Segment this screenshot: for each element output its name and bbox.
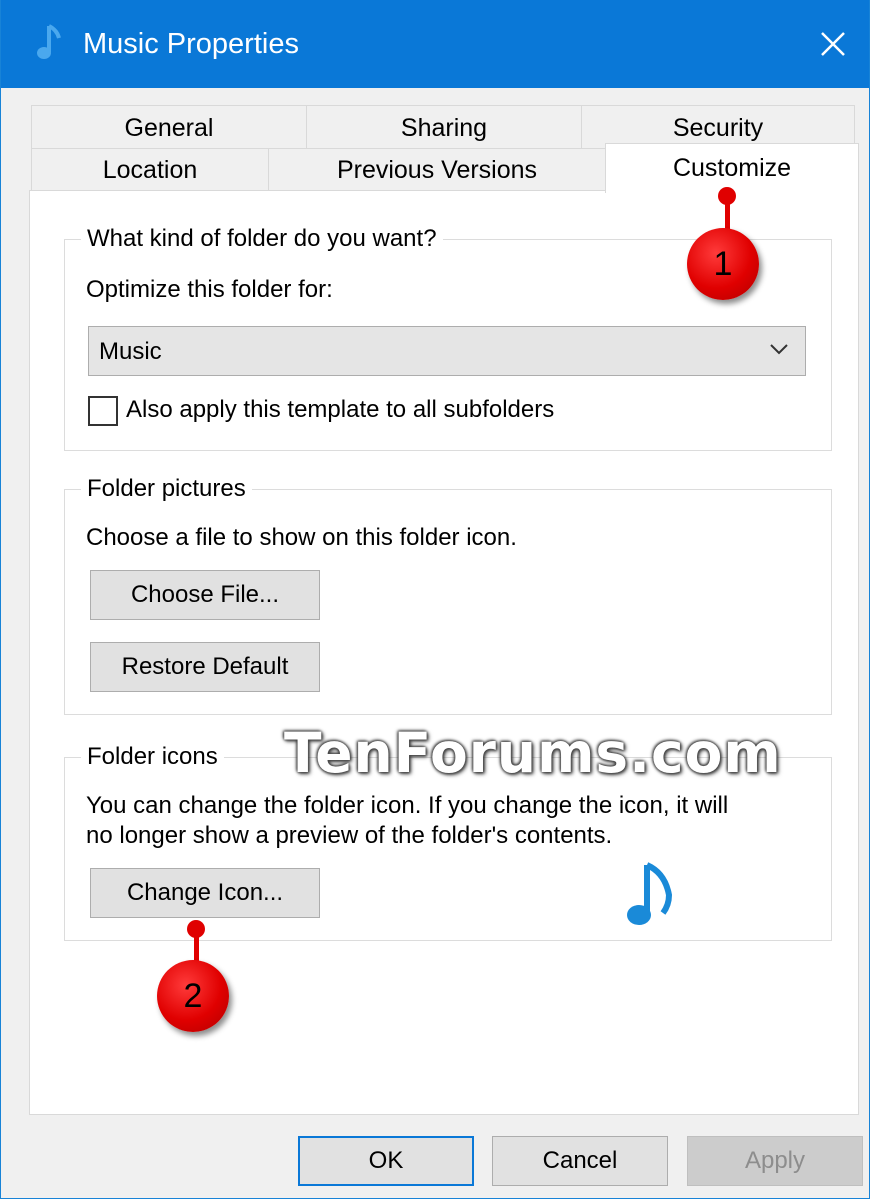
group-legend: Folder icons bbox=[81, 741, 224, 773]
ok-button[interactable]: OK bbox=[298, 1136, 474, 1186]
restore-default-button[interactable]: Restore Default bbox=[90, 642, 320, 692]
apply-subfolders-label: Also apply this template to all subfolde… bbox=[126, 396, 555, 423]
tab-previous-versions[interactable]: Previous Versions bbox=[268, 148, 606, 192]
group-legend: Folder pictures bbox=[81, 473, 252, 505]
window-title: Music Properties bbox=[83, 28, 299, 60]
callout-pointer-dot bbox=[718, 187, 736, 205]
apply-button[interactable]: Apply bbox=[687, 1136, 863, 1186]
tab-customize[interactable]: Customize bbox=[605, 143, 859, 193]
callout-pointer-dot bbox=[187, 920, 205, 938]
folder-pictures-group: Folder pictures Choose a file to show on… bbox=[64, 473, 832, 715]
title-bar[interactable]: Music Properties bbox=[1, 0, 869, 88]
folder-icons-description-line2: no longer show a preview of the folder's… bbox=[86, 822, 613, 849]
tab-label: General bbox=[124, 113, 214, 142]
callout-badge: 2 bbox=[157, 960, 229, 1032]
tab-sharing[interactable]: Sharing bbox=[306, 105, 582, 151]
tab-general[interactable]: General bbox=[31, 105, 307, 151]
folder-icons-description-line1: You can change the folder icon. If you c… bbox=[86, 792, 729, 819]
apply-subfolders-checkbox[interactable] bbox=[88, 396, 118, 426]
properties-window: Music Properties General Sharing Securit… bbox=[0, 0, 870, 1199]
chevron-down-icon bbox=[770, 344, 788, 355]
tab-location[interactable]: Location bbox=[31, 148, 269, 192]
tab-label: Sharing bbox=[400, 113, 488, 142]
tab-label: Location bbox=[102, 155, 198, 184]
tab-label: Previous Versions bbox=[336, 155, 538, 184]
music-note-icon bbox=[37, 24, 61, 59]
customize-panel: What kind of folder do you want? Optimiz… bbox=[29, 190, 859, 1115]
optimize-label: Optimize this folder for: bbox=[86, 276, 333, 303]
dropdown-value: Music bbox=[99, 338, 162, 365]
group-legend: What kind of folder do you want? bbox=[81, 223, 443, 255]
tab-label: Customize bbox=[672, 154, 792, 182]
optimize-dropdown[interactable]: Music bbox=[88, 326, 806, 376]
close-icon bbox=[821, 32, 845, 56]
watermark: TenForums.com bbox=[284, 721, 782, 785]
tab-label: Security bbox=[672, 113, 764, 142]
cancel-button[interactable]: Cancel bbox=[492, 1136, 668, 1186]
change-icon-button[interactable]: Change Icon... bbox=[90, 868, 320, 918]
music-note-icon bbox=[627, 862, 673, 925]
folder-pictures-description: Choose a file to show on this folder ico… bbox=[86, 524, 517, 551]
close-button[interactable] bbox=[797, 0, 869, 88]
choose-file-button[interactable]: Choose File... bbox=[90, 570, 320, 620]
callout-badge: 1 bbox=[687, 228, 759, 300]
